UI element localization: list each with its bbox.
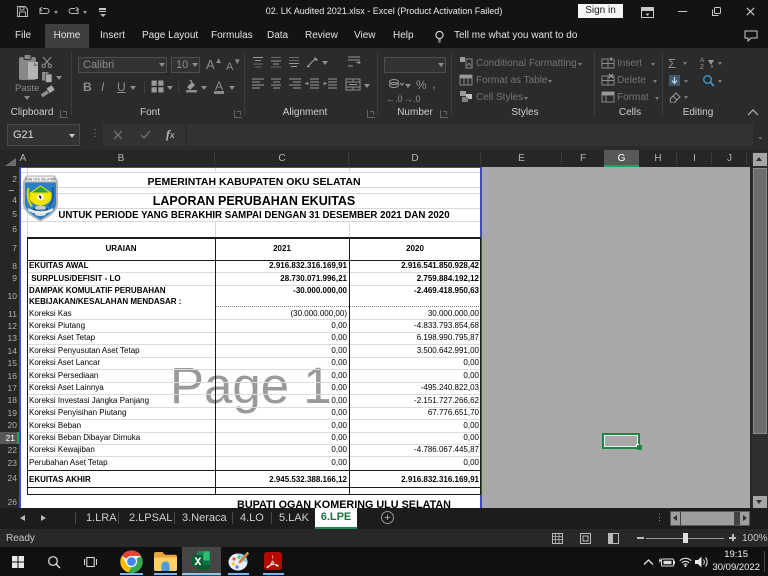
svg-text:Z: Z — [700, 64, 704, 69]
svg-text:A: A — [700, 57, 705, 64]
